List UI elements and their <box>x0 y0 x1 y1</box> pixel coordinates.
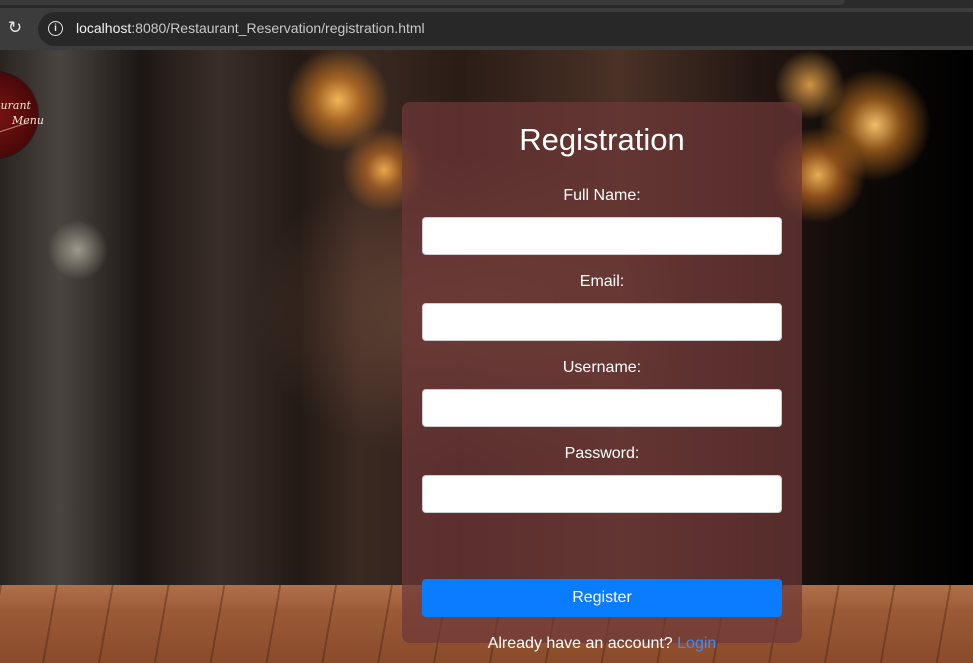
registration-card: Registration Full Name: Email: Username:… <box>402 102 802 652</box>
email-label: Email: <box>579 273 625 290</box>
tab-strip <box>0 0 973 8</box>
page-background: aurant Menu Registration Full Name: Emai… <box>0 50 973 663</box>
email-input[interactable] <box>422 303 782 341</box>
url-text[interactable]: localhost:8080/Restaurant_Reservation/re… <box>76 20 425 36</box>
active-tab-edge <box>0 0 845 5</box>
restaurant-logo: aurant Menu <box>0 72 44 158</box>
full-name-input[interactable] <box>422 217 782 255</box>
username-label: Username: <box>562 359 642 376</box>
site-info-icon[interactable]: i <box>48 21 63 36</box>
login-link[interactable]: Login <box>677 635 716 652</box>
url-host: localhost <box>76 20 132 36</box>
url-path: :8080/Restaurant_Reservation/registratio… <box>131 20 425 36</box>
login-prompt-text: Already have an account? <box>487 635 673 652</box>
login-prompt: Already have an account? Login <box>402 635 802 653</box>
page-title: Registration <box>519 122 685 157</box>
register-button[interactable]: Register <box>422 579 782 617</box>
full-name-label: Full Name: <box>563 187 641 204</box>
password-input[interactable] <box>422 475 782 513</box>
logo-text-line1: aurant <box>0 99 31 112</box>
username-input[interactable] <box>422 389 782 427</box>
password-label: Password: <box>564 445 640 462</box>
reload-icon[interactable]: ↻ <box>5 18 25 38</box>
browser-toolbar: ↻ i localhost:8080/Restaurant_Reservatio… <box>0 8 973 50</box>
address-bar[interactable]: i localhost:8080/Restaurant_Reservation/… <box>38 12 973 46</box>
